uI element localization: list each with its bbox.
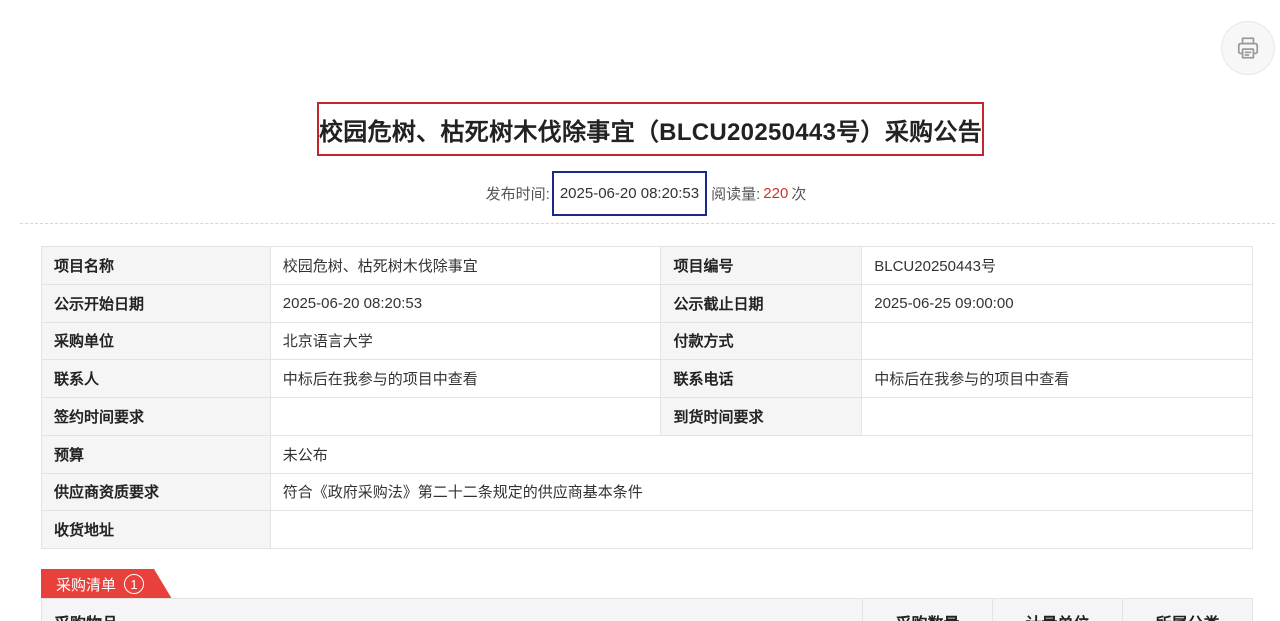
- table-row: 采购单位 北京语言大学 付款方式: [41, 321, 1253, 361]
- payment-method-value: [861, 321, 1253, 361]
- qualification-label: 供应商资质要求: [41, 472, 271, 512]
- column-header-unit: 计量单位: [993, 599, 1123, 621]
- qualification-value: 符合《政府采购法》第二十二条规定的供应商基本条件: [269, 472, 1254, 512]
- table-row: 项目名称 校园危树、枯死树木伐除事宜 项目编号 BLCU20250443号: [41, 246, 1253, 285]
- signing-time-value: [269, 397, 662, 436]
- printer-icon: [1237, 37, 1259, 59]
- column-header-quantity: 采购数量: [863, 599, 993, 621]
- views-unit: 次: [791, 186, 807, 203]
- divider: [20, 223, 1275, 224]
- notice-start-label: 公示开始日期: [41, 283, 271, 323]
- column-header-category: 所属分类: [1123, 599, 1252, 621]
- count-badge: 1: [124, 574, 145, 594]
- budget-value: 未公布: [269, 434, 1254, 474]
- purchase-list-header: 采购物品 采购数量 计量单位 所属分类: [41, 599, 1253, 621]
- notice-end-label: 公示截止日期: [660, 283, 863, 323]
- publish-label: 发布时间:: [485, 186, 550, 203]
- address-value: [269, 510, 1254, 549]
- purchaser-value: 北京语言大学: [269, 321, 662, 361]
- address-label: 收货地址: [41, 510, 271, 549]
- project-name-value: 校园危树、枯死树木伐除事宜: [269, 246, 662, 285]
- publish-time: 2025-06-20 08:20:53: [551, 171, 708, 216]
- title-highlight-box: 校园危树、枯死树木伐除事宜（BLCU20250443号）采购公告: [317, 102, 984, 156]
- views-count: 220: [763, 185, 789, 202]
- table-row: 供应商资质要求 符合《政府采购法》第二十二条规定的供应商基本条件: [41, 472, 1254, 512]
- publish-meta: 发布时间: 2025-06-20 08:20:53 阅读量: 220 次: [0, 171, 1280, 216]
- notice-start-value: 2025-06-20 08:20:53: [269, 283, 662, 323]
- tab-purchase-list[interactable]: 采购清单 1: [41, 569, 172, 599]
- table-row: 公示开始日期 2025-06-20 08:20:53 公示截止日期 2025-0…: [41, 283, 1253, 323]
- project-info-table: 项目名称 校园危树、枯死树木伐除事宜 项目编号 BLCU20250443号 公示…: [41, 246, 1254, 549]
- delivery-time-label: 到货时间要求: [660, 397, 863, 436]
- contact-label: 联系人: [41, 359, 271, 398]
- contact-value: 中标后在我参与的项目中查看: [269, 359, 662, 398]
- column-header-item: 采购物品: [42, 599, 863, 621]
- project-number-value: BLCU20250443号: [861, 246, 1253, 285]
- table-row: 签约时间要求 到货时间要求: [41, 397, 1253, 436]
- table-row: 收货地址: [41, 510, 1254, 549]
- phone-value: 中标后在我参与的项目中查看: [861, 359, 1253, 398]
- tab-label: 采购清单: [56, 576, 117, 594]
- phone-label: 联系电话: [660, 359, 863, 398]
- notice-end-value: 2025-06-25 09:00:00: [861, 283, 1253, 323]
- purchaser-label: 采购单位: [41, 321, 271, 361]
- project-number-label: 项目编号: [660, 246, 863, 285]
- signing-time-label: 签约时间要求: [41, 397, 271, 436]
- payment-method-label: 付款方式: [660, 321, 863, 361]
- table-row: 预算 未公布: [41, 434, 1254, 474]
- print-button[interactable]: [1221, 21, 1275, 75]
- project-name-label: 项目名称: [41, 246, 271, 285]
- views-label: 阅读量:: [711, 186, 761, 203]
- table-row: 联系人 中标后在我参与的项目中查看 联系电话 中标后在我参与的项目中查看: [41, 359, 1253, 398]
- page-title: 校园危树、枯死树木伐除事宜（BLCU20250443号）采购公告: [318, 118, 983, 146]
- delivery-time-value: [861, 397, 1253, 436]
- budget-label: 预算: [41, 434, 271, 474]
